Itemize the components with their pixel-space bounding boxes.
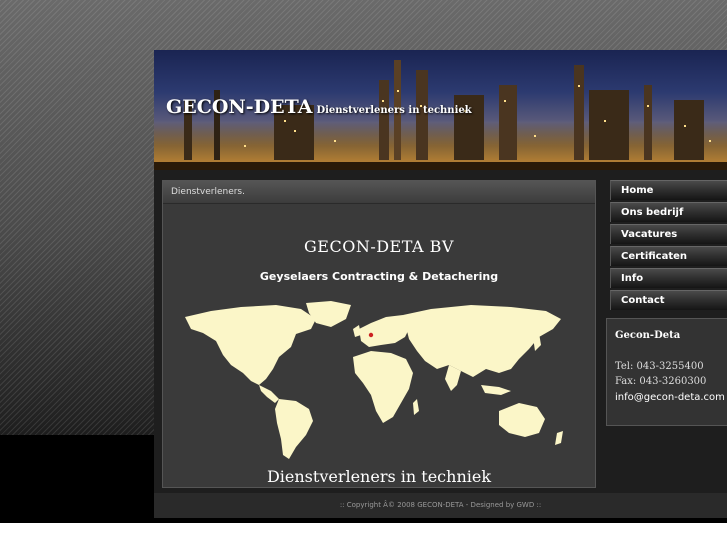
footer-copyright: :: Copyright Â© 2008 GECON-DETA - Design… [154, 493, 727, 518]
content-footer-text: Dienstverleners in techniek [266, 467, 492, 486]
nav-item-ons-bedrijf[interactable]: Ons bedrijf [610, 202, 727, 222]
main-content: Dienstverleners. GECON-DETA BV Geyselaer… [162, 180, 596, 488]
location-marker [368, 332, 374, 338]
contact-box: Gecon-Deta Tel: 043-3255400 Fax: 043-326… [606, 318, 727, 426]
world-map [185, 301, 563, 459]
nav-item-vacatures[interactable]: Vacatures [610, 224, 727, 244]
nav-item-contact[interactable]: Contact [610, 290, 727, 310]
content-title-bar: Dienstverleners. [163, 181, 595, 204]
contact-fax: Fax: 043-3260300 [615, 376, 707, 387]
nav-item-certificaten[interactable]: Certificaten [610, 246, 727, 266]
main-navigation: Home Ons bedrijf Vacatures Certificaten … [610, 180, 727, 312]
site-tagline: Dienstverleners in techniek [316, 105, 472, 116]
header-banner: GECON-DETA Dienstverleners in techniek [154, 50, 727, 170]
company-name: GECON-DETA BV [304, 237, 454, 256]
page-container: GECON-DETA Dienstverleners in techniek Di… [154, 50, 727, 518]
nav-item-home[interactable]: Home [610, 180, 727, 200]
nav-item-info[interactable]: Info [610, 268, 727, 288]
contact-phone: Tel: 043-3255400 [615, 361, 704, 372]
company-subtitle: Geyselaers Contracting & Detachering [259, 270, 499, 283]
site-title-text: GECON-DETA [166, 96, 313, 118]
site-title: GECON-DETA Dienstverleners in techniek [166, 96, 472, 118]
contact-title: Gecon-Deta [615, 330, 681, 341]
contact-email[interactable]: info@gecon-deta.com [615, 392, 725, 403]
